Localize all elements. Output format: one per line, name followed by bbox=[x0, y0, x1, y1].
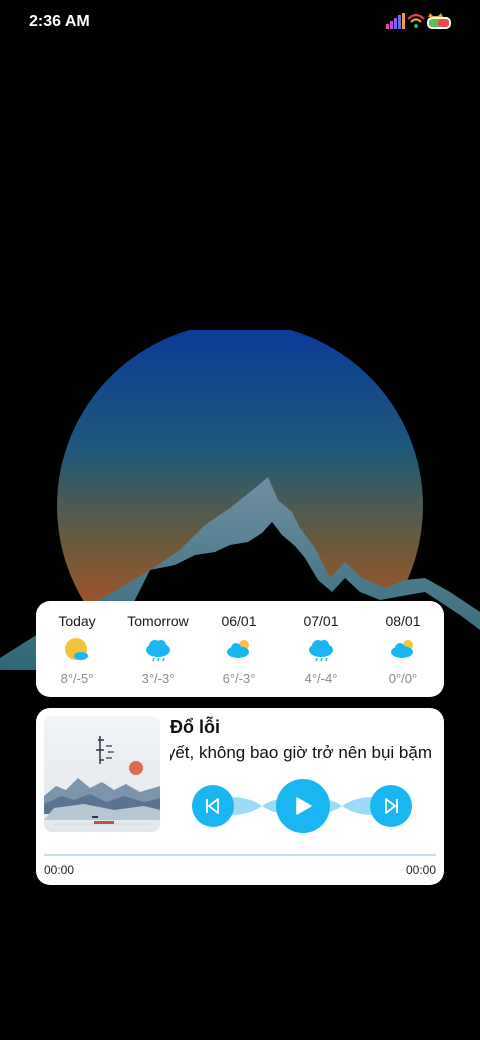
weather-widget[interactable]: Today 8°/-5° Tomorrow 3°/-3° 06/01 6°/-3… bbox=[36, 601, 444, 697]
status-bar: 2:36 AM bbox=[0, 0, 480, 44]
status-icons bbox=[386, 13, 451, 29]
signal-icon bbox=[386, 13, 405, 29]
song-title: Đổ lỗi bbox=[170, 717, 220, 737]
forecast-day-0601: 06/01 6°/-3° bbox=[198, 601, 280, 697]
day-label: Tomorrow bbox=[127, 613, 189, 629]
day-label: 07/01 bbox=[303, 613, 339, 629]
previous-button[interactable] bbox=[192, 785, 234, 827]
day-temperature: 3°/-3° bbox=[141, 671, 175, 686]
day-label: 08/01 bbox=[385, 613, 421, 629]
partly-cloudy-icon bbox=[227, 640, 249, 658]
next-button[interactable] bbox=[370, 785, 412, 827]
day-label: 06/01 bbox=[221, 613, 257, 629]
forecast-day-tomorrow: Tomorrow 3°/-3° bbox=[117, 601, 199, 697]
day-temperature: 4°/-4° bbox=[304, 671, 338, 686]
forecast-day-0701: 07/01 4°/-4° bbox=[280, 601, 362, 697]
forecast-day-0801: 08/01 0°/0° bbox=[362, 601, 444, 697]
time-total: 00:00 bbox=[405, 863, 436, 877]
forecast-day-today: Today 8°/-5° bbox=[36, 601, 118, 697]
time-elapsed: 00:00 bbox=[44, 863, 75, 877]
lyric-marquee: uyết, không bao giờ trở nên bụi bặm bbox=[170, 743, 432, 767]
partly-cloudy-icon bbox=[391, 640, 413, 658]
lyric-line: uyết, không bao giờ trở nên bụi bặm bbox=[170, 743, 432, 762]
day-label: Today bbox=[58, 613, 96, 629]
wifi-icon bbox=[407, 13, 425, 28]
album-art-image bbox=[44, 716, 160, 832]
status-time: 2:36 AM bbox=[29, 13, 90, 30]
rain-cloud-icon bbox=[309, 640, 333, 662]
day-temperature: 6°/-3° bbox=[222, 671, 256, 686]
day-temperature: 0°/0° bbox=[388, 671, 418, 686]
play-button[interactable] bbox=[276, 779, 330, 833]
rain-cloud-icon bbox=[146, 640, 170, 662]
album-art[interactable] bbox=[44, 716, 160, 832]
music-widget[interactable]: Đổ lỗi uyết, không bao giờ trở nên bụi b… bbox=[36, 708, 444, 885]
progress-bar[interactable] bbox=[44, 854, 436, 856]
day-temperature: 8°/-5° bbox=[60, 671, 94, 686]
playback-controls bbox=[192, 779, 412, 833]
battery-icon bbox=[427, 13, 451, 29]
sun-cloud-icon bbox=[65, 638, 88, 660]
